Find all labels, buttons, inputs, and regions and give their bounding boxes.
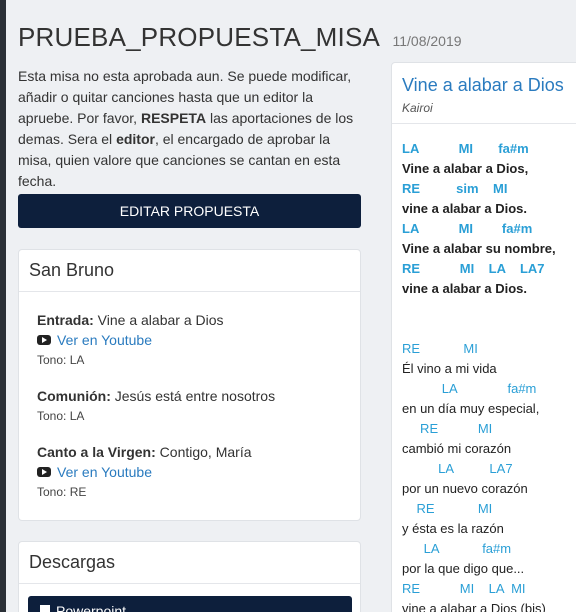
lyric-text: por la que digo que...	[402, 561, 525, 576]
divider	[392, 123, 576, 124]
chord-text: RE MI	[402, 421, 493, 436]
chord-text: RE MI LA LA7	[402, 261, 545, 276]
chord-line: RE MI LA MI	[402, 579, 576, 599]
chord-text: LA fa#m	[402, 381, 537, 396]
page-date: 11/08/2019	[392, 33, 462, 49]
lyric-line: por la que digo que...	[402, 559, 576, 579]
lyric-line: Vine a alabar a Dios,	[402, 159, 576, 179]
chord-text: LA MI fa#m	[402, 221, 533, 236]
song-panel-author: Kairoi	[402, 101, 433, 115]
lyric-text: cambió mi corazón	[402, 441, 512, 456]
song-key: Tono: LA	[37, 409, 85, 423]
chord-line: RE MI	[402, 419, 576, 439]
lyric-text: en un día muy especial,	[402, 401, 540, 416]
lyric-text: y ésta es la razón	[402, 521, 504, 536]
downloads-title: Descargas	[19, 542, 360, 584]
lyric-text: Vine a alabar a Dios,	[402, 161, 529, 176]
page-title: PRUEBA_PROPUESTA_MISA	[18, 22, 381, 52]
song-name: Vine a alabar a Dios	[93, 312, 224, 328]
main-content: PRUEBA_PROPUESTA_MISA 11/08/2019 Esta mi…	[18, 0, 462, 612]
file-icon	[40, 605, 50, 612]
song-label: Entrada:	[37, 312, 94, 328]
song-line: Comunión: Jesús está entre nosotros	[37, 386, 275, 406]
chord-text: LA LA7	[402, 461, 513, 476]
downloads-card: Descargas Powerpoint	[18, 541, 361, 612]
left-rail	[0, 0, 6, 612]
youtube-icon	[37, 335, 51, 345]
song-line: Entrada: Vine a alabar a Dios	[37, 310, 224, 330]
youtube-link-label: Ver en Youtube	[57, 464, 152, 480]
powerpoint-label: Powerpoint	[56, 603, 127, 612]
notice-bold-respeta: RESPETA	[140, 110, 207, 126]
chord-line: RE MI	[402, 339, 576, 359]
song-name: Contigo, María	[155, 444, 252, 460]
chord-line: RE MI	[402, 499, 576, 519]
song-panel: Vine a alabar a Dios Kairoi LA MI fa#m Vi…	[391, 62, 576, 612]
song-line: Canto a la Virgen: Contigo, María	[37, 442, 252, 462]
lyric-line: y ésta es la razón	[402, 519, 576, 539]
chord-line: LA fa#m	[402, 539, 576, 559]
chord-text: RE MI	[402, 501, 493, 516]
lyric-line	[402, 319, 576, 339]
song-key: Tono: RE	[37, 485, 87, 499]
mass-card-title: San Bruno	[19, 250, 360, 292]
youtube-link-label: Ver en Youtube	[57, 332, 152, 348]
youtube-icon	[37, 467, 51, 477]
lyric-line: vine a alabar a Dios.	[402, 279, 576, 299]
youtube-link[interactable]: Ver en Youtube	[37, 330, 224, 350]
youtube-link[interactable]: Ver en Youtube	[37, 462, 252, 482]
lyric-text: vine a alabar a Dios (bis)	[402, 601, 546, 612]
song-key: Tono: LA	[37, 353, 85, 367]
lyric-line: Él vino a mi vida	[402, 359, 576, 379]
song-entry-comunion: Comunión: Jesús está entre nosotros Tono…	[37, 386, 275, 426]
chord-line: LA fa#m	[402, 379, 576, 399]
lyric-line: en un día muy especial,	[402, 399, 576, 419]
lyric-text: Vine a alabar su nombre,	[402, 241, 556, 256]
song-entry-entrada: Entrada: Vine a alabar a Dios Ver en You…	[37, 310, 224, 370]
chord-line: LA LA7	[402, 459, 576, 479]
powerpoint-button[interactable]: Powerpoint	[28, 596, 352, 612]
song-label: Canto a la Virgen:	[37, 444, 156, 460]
song-entry-virgen: Canto a la Virgen: Contigo, María Ver en…	[37, 442, 252, 502]
lyric-line: Vine a alabar su nombre,	[402, 239, 576, 259]
title-row: PRUEBA_PROPUESTA_MISA 11/08/2019	[18, 22, 462, 53]
lyric-line: por un nuevo corazón	[402, 479, 576, 499]
lyric-text: vine a alabar a Dios.	[402, 281, 528, 296]
song-lyrics: LA MI fa#m Vine a alabar a Dios, RE sim MI…	[402, 139, 576, 612]
approval-notice: Esta misa no esta aprobada aun. Se puede…	[18, 66, 362, 192]
chord-line: LA MI fa#m	[402, 219, 576, 239]
notice-bold-editor: editor	[116, 131, 155, 147]
chord-text: LA fa#m	[402, 541, 512, 556]
chord-line: RE sim MI	[402, 179, 576, 199]
lyric-line: vine a alabar a Dios (bis)	[402, 599, 576, 612]
lyric-text: por un nuevo corazón	[402, 481, 528, 496]
chord-line: RE MI LA LA7	[402, 259, 576, 279]
mass-card: San Bruno Entrada: Vine a alabar a Dios …	[18, 249, 361, 521]
chord-text: LA MI fa#m	[402, 141, 529, 156]
lyric-text: vine a alabar a Dios.	[402, 201, 528, 216]
chord-text: RE MI LA MI	[402, 581, 526, 596]
lyric-line: vine a alabar a Dios.	[402, 199, 576, 219]
chord-line: LA MI fa#m	[402, 139, 576, 159]
edit-proposal-button[interactable]: EDITAR PROPUESTA	[18, 194, 361, 228]
song-label: Comunión:	[37, 388, 111, 404]
lyric-line: cambió mi corazón	[402, 439, 576, 459]
lyric-line	[402, 299, 576, 319]
chord-text: RE MI	[402, 341, 478, 356]
song-panel-title[interactable]: Vine a alabar a Dios	[402, 75, 564, 96]
lyric-text: Él vino a mi vida	[402, 361, 497, 376]
song-name: Jesús está entre nosotros	[110, 388, 276, 404]
chord-text: RE sim MI	[402, 181, 508, 196]
